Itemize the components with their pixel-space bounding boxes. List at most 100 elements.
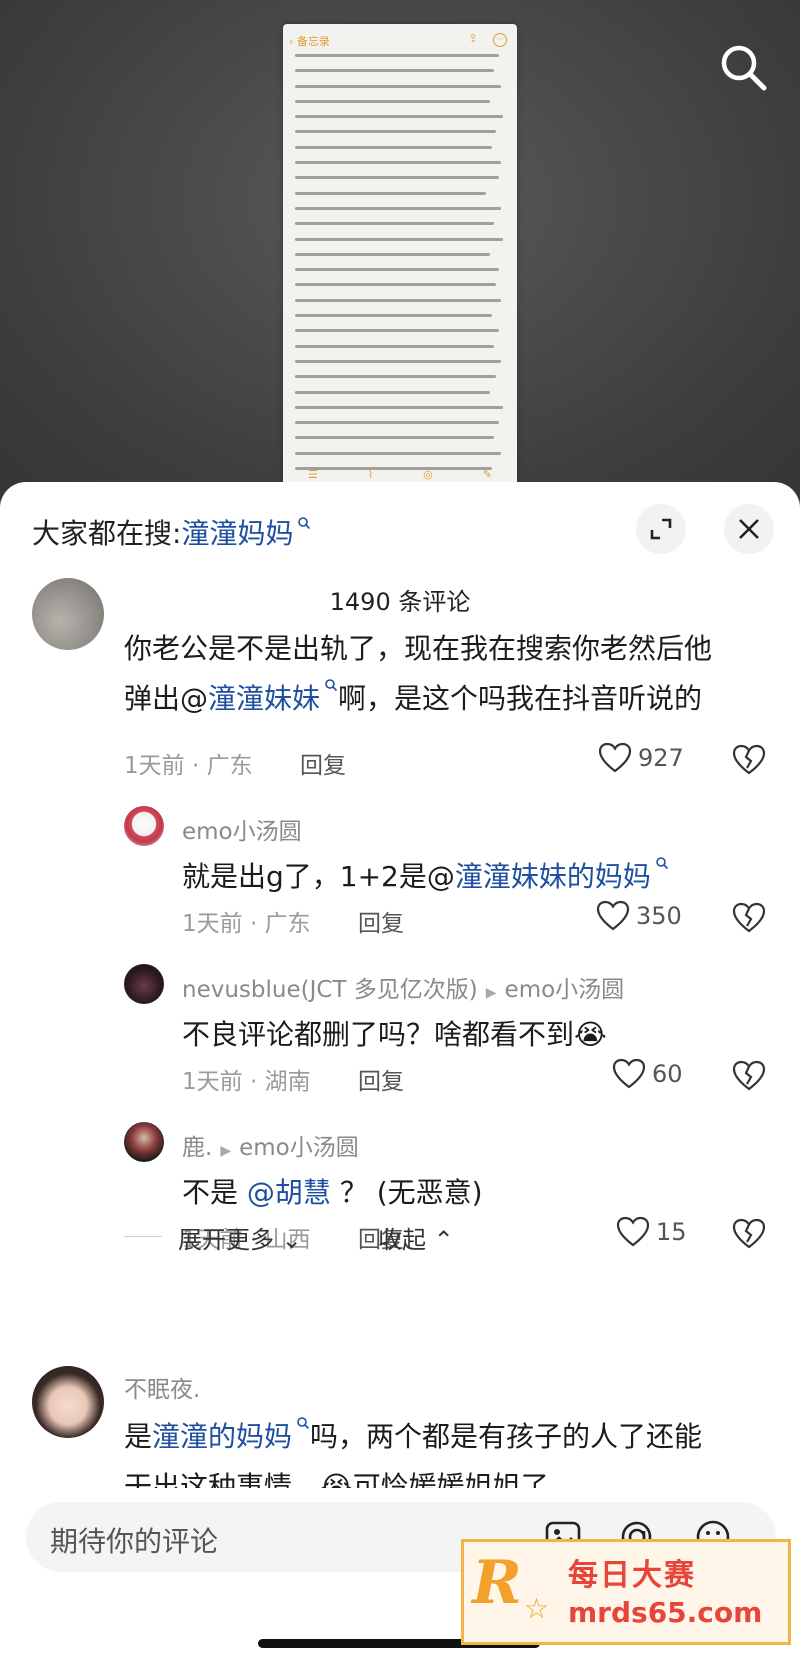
- like-count: 350: [636, 902, 682, 930]
- mention-link[interactable]: @胡慧: [247, 1176, 331, 1209]
- reply-to-username[interactable]: emo小汤圆: [239, 1135, 359, 1161]
- watermark-title: 每日大赛: [568, 1558, 696, 1593]
- chevron-down-icon: ⌄: [281, 1226, 302, 1254]
- like-button[interactable]: 60: [612, 1058, 683, 1090]
- comment-text: 你老公是不是出轨了，现在我在搜索你老然后他: [124, 624, 712, 674]
- avatar[interactable]: [124, 964, 164, 1004]
- notes-toolbar: ‹ 备忘录 ⇪ ···: [283, 24, 517, 54]
- reply-arrow-icon: ▶: [485, 985, 497, 1001]
- note-text-line: [295, 329, 499, 333]
- close-button[interactable]: [724, 504, 774, 554]
- username[interactable]: 不眠夜.: [124, 1370, 200, 1404]
- notes-screenshot: ‹ 备忘录 ⇪ ··· ☰ ⌇ ◎ ✎: [283, 24, 517, 494]
- avatar[interactable]: [124, 806, 164, 846]
- username[interactable]: nevusblue(JCT 多见亿次版): [182, 977, 478, 1003]
- broken-heart-icon[interactable]: [732, 902, 766, 934]
- note-text-line: [295, 115, 503, 119]
- like-count: 15: [656, 1218, 687, 1246]
- trending-search[interactable]: 大家都在搜:潼潼妈妈: [32, 512, 311, 552]
- star-icon: ☆: [524, 1592, 550, 1625]
- markup-icon: ◎: [423, 467, 433, 481]
- comment-text-part: 弹出@: [124, 682, 209, 715]
- comment-time-location: 1天前 · 湖南: [182, 1069, 311, 1095]
- note-text-line: [295, 283, 497, 287]
- note-text-line: [295, 405, 503, 409]
- note-text-line: [295, 436, 495, 440]
- comment-time-location: 1天前 · 广东: [182, 911, 311, 937]
- note-text-line: [295, 69, 495, 73]
- note-text-line: [295, 206, 501, 210]
- comment-text-part: 不良评论都删了吗？啥都看不到: [182, 1018, 575, 1051]
- broken-heart-icon[interactable]: [732, 1218, 766, 1250]
- keyword-search-icon: [297, 1417, 310, 1430]
- reply-button[interactable]: 回复: [358, 1062, 404, 1096]
- keyword-search-icon: [325, 679, 338, 692]
- comment-text: 不良评论都删了吗？啥都看不到😭: [182, 1010, 607, 1060]
- reply-to-username[interactable]: emo小汤圆: [505, 977, 625, 1003]
- reply-button[interactable]: 回复: [300, 746, 346, 780]
- watermark-logo: R ☆ 每日大赛 mrds65.com: [461, 1539, 791, 1645]
- chevron-up-icon: ⌃: [433, 1226, 454, 1254]
- comment-text: 是潼潼的妈妈 吗，两个都是有孩子的人了还能: [124, 1412, 702, 1462]
- like-count: 60: [652, 1060, 683, 1088]
- compose-icon: ✎: [482, 467, 492, 481]
- watermark-r-logo: R: [472, 1548, 522, 1618]
- comment-text-part: 吗，两个都是有孩子的人了还能: [310, 1420, 703, 1453]
- comment-sheet: 大家都在搜:潼潼妈妈 1490 条评论 你老公是不是出轨了，现在我在搜索你老然后…: [0, 482, 800, 1659]
- like-button[interactable]: 15: [616, 1216, 687, 1248]
- username-line: 鹿. ▶ emo小汤圆: [182, 1128, 359, 1162]
- comment-text-part: 不是: [182, 1176, 239, 1209]
- note-text-line: [295, 176, 499, 180]
- broken-heart-icon[interactable]: [732, 1060, 766, 1092]
- comment-text-part: 是: [124, 1420, 153, 1453]
- note-text-line: [295, 222, 495, 226]
- share-icon: ⇪: [468, 32, 478, 45]
- checklist-icon: ☰: [307, 467, 318, 481]
- expand-button[interactable]: [636, 504, 686, 554]
- mention-link[interactable]: 潼潼妹妹: [208, 682, 320, 715]
- search-icon[interactable]: [716, 40, 772, 96]
- comment-input-placeholder: 期待你的评论: [50, 1525, 219, 1558]
- keyword-search-icon: [656, 857, 668, 870]
- note-text-line: [295, 130, 497, 134]
- note-text-line: [295, 145, 493, 149]
- note-text-line: [295, 161, 501, 165]
- note-text-line: [295, 268, 499, 272]
- comment-text-line2: 弹出@潼潼妹妹 啊，是这个吗我在抖音听说的: [124, 674, 702, 724]
- expand-more-label: 展开更多: [178, 1226, 274, 1254]
- username[interactable]: 鹿.: [182, 1135, 212, 1161]
- like-count: 927: [638, 744, 684, 772]
- note-text-line: [295, 252, 491, 256]
- like-button[interactable]: 350: [596, 900, 682, 932]
- close-icon: [739, 519, 759, 539]
- reply-arrow-icon: ▶: [220, 1143, 232, 1159]
- comment-count: 1490 条评论: [329, 588, 471, 616]
- mention-link[interactable]: 潼潼妹妹的妈妈: [455, 860, 651, 893]
- comment-text-part: 就是出g了，1+2是@: [182, 860, 455, 893]
- note-text-line: [295, 84, 501, 88]
- note-text-line: [295, 237, 503, 241]
- trending-search-keyword[interactable]: 潼潼妈妈: [181, 517, 293, 550]
- keyword-search-icon: [298, 517, 311, 530]
- avatar[interactable]: [32, 1366, 104, 1438]
- broken-heart-icon[interactable]: [732, 744, 766, 776]
- reply-button[interactable]: 回复: [358, 904, 404, 938]
- mention-link[interactable]: 潼潼的妈妈: [152, 1420, 292, 1453]
- expand-icon: [650, 518, 672, 540]
- crying-emoji-icon: 😭: [574, 1018, 607, 1051]
- watermark-url: mrds65.com: [568, 1596, 763, 1629]
- comment-text: 就是出g了，1+2是@潼潼妹妹的妈妈: [182, 852, 669, 902]
- avatar[interactable]: [32, 578, 104, 650]
- avatar[interactable]: [124, 1122, 164, 1162]
- expand-more-button[interactable]: 展开更多 ⌄: [178, 1220, 302, 1255]
- collapse-button[interactable]: 收起 ⌃: [378, 1220, 454, 1255]
- like-button[interactable]: 927: [598, 742, 684, 774]
- note-text-line: [295, 298, 501, 302]
- comment-text-part: 啊，是这个吗我在抖音听说的: [338, 682, 703, 715]
- heart-icon: [612, 1058, 646, 1089]
- sheet-header: 大家都在搜:潼潼妈妈: [0, 482, 800, 562]
- username[interactable]: emo小汤圆: [182, 812, 302, 846]
- collapse-label: 收起: [378, 1226, 426, 1254]
- heart-icon: [598, 742, 632, 773]
- notes-back-label: ‹ 备忘录: [289, 35, 330, 48]
